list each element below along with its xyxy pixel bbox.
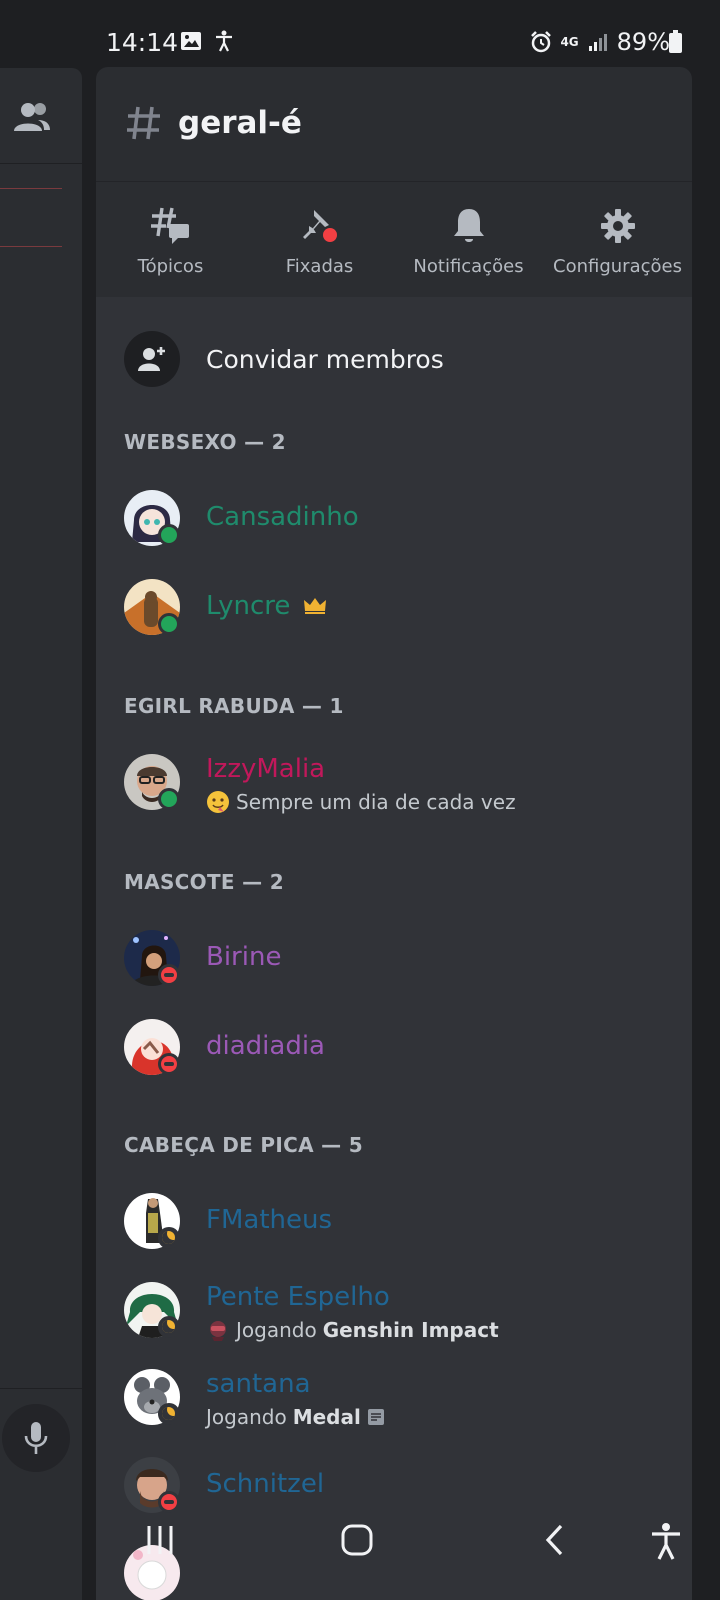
channel-drawer: geral-é Tópicos Fixadas Notificações Con… (96, 67, 692, 1600)
hashtag-icon (127, 106, 160, 140)
topics-button[interactable]: Tópicos (96, 182, 245, 298)
member-item[interactable]: Pente Espelho Jogando Genshin Impact (124, 1282, 684, 1352)
battery-percent: 89% (616, 28, 670, 56)
invite-members-button[interactable]: Convidar membros (124, 331, 444, 387)
channel-actions: Tópicos Fixadas Notificações Configuraçõ… (96, 182, 692, 298)
idle-status (158, 1227, 180, 1249)
settings-button[interactable]: Configurações (543, 182, 692, 298)
add-user-icon (138, 347, 165, 371)
group-header: WEBSEXO — 2 (124, 430, 286, 454)
member-activity: Jogando Genshin Impact (206, 1318, 499, 1342)
member-item[interactable]: santana Jogando Medal (124, 1369, 684, 1439)
pins-label: Fixadas (285, 256, 354, 277)
member-name: Cansadinho (206, 502, 359, 532)
group-header: MASCOTE — 2 (124, 870, 284, 894)
online-status (158, 788, 180, 810)
signal-icon (588, 34, 607, 51)
online-status (158, 613, 180, 635)
member-name: Schnitzel (206, 1469, 325, 1499)
pins-button[interactable]: Fixadas (245, 182, 394, 298)
idle-status (158, 1316, 180, 1338)
channel-name: geral-é (178, 105, 302, 141)
settings-label: Configurações (553, 256, 682, 277)
status-bar: 14:14 4G 89% (0, 0, 720, 68)
crown-icon (303, 598, 326, 614)
member-item[interactable]: Birine (124, 930, 684, 1000)
back-icon[interactable] (540, 1522, 570, 1558)
topics-label: Tópicos (137, 256, 204, 277)
member-item[interactable]: Cansadinho (124, 490, 684, 560)
network-type: 4G (560, 35, 579, 49)
online-status (158, 524, 180, 546)
idle-status (158, 1403, 180, 1425)
system-nav-bar (0, 1500, 720, 1600)
notifications-button[interactable]: Notificações (394, 182, 543, 298)
threads-icon (150, 207, 189, 244)
accessibility-small-icon (216, 30, 232, 52)
bell-icon (453, 209, 484, 242)
gear-icon (600, 209, 635, 243)
mic-button[interactable] (2, 1404, 70, 1472)
group-header: CABEÇA DE PICA — 5 (124, 1133, 363, 1157)
member-activity: Jogando Medal (206, 1405, 385, 1429)
member-name: diadiadia (206, 1031, 325, 1061)
accessibility-icon[interactable] (648, 1522, 684, 1560)
member-status: Sempre um dia de cada vez (206, 790, 516, 814)
game-icon (210, 1321, 226, 1341)
members-icon[interactable] (12, 98, 52, 138)
background-panel (0, 68, 82, 1600)
pin-icon (302, 210, 337, 242)
group-header: EGIRL RABUDA — 1 (124, 694, 344, 718)
home-icon[interactable] (340, 1522, 374, 1558)
dnd-status (158, 964, 180, 986)
member-item[interactable]: IzzyMalia Sempre um dia de cada vez (124, 754, 684, 824)
member-name: Birine (206, 942, 282, 972)
smile-emoji-icon (207, 791, 229, 813)
battery-icon (669, 30, 682, 53)
member-list: Convidar membros WEBSEXO — 2 Cansadinho … (96, 297, 692, 1600)
gallery-icon (181, 32, 201, 50)
dnd-status (158, 1053, 180, 1075)
notifications-label: Notificações (413, 256, 524, 277)
channel-header: geral-é (96, 67, 692, 182)
microphone-icon (24, 1422, 48, 1454)
member-item[interactable]: FMatheus (124, 1193, 684, 1263)
member-item[interactable]: Lyncre (124, 579, 684, 649)
member-name: Lyncre (206, 591, 327, 621)
rich-presence-icon (367, 1409, 384, 1425)
member-name: Pente Espelho (206, 1282, 390, 1312)
status-time: 14:14 (106, 28, 179, 57)
recent-apps-icon[interactable] (144, 1522, 176, 1558)
member-item[interactable]: diadiadia (124, 1019, 684, 1089)
invite-label: Convidar membros (206, 344, 444, 374)
member-name: santana (206, 1369, 311, 1399)
member-name: FMatheus (206, 1205, 333, 1235)
member-name: IzzyMalia (206, 754, 326, 784)
alarm-icon (531, 31, 552, 53)
